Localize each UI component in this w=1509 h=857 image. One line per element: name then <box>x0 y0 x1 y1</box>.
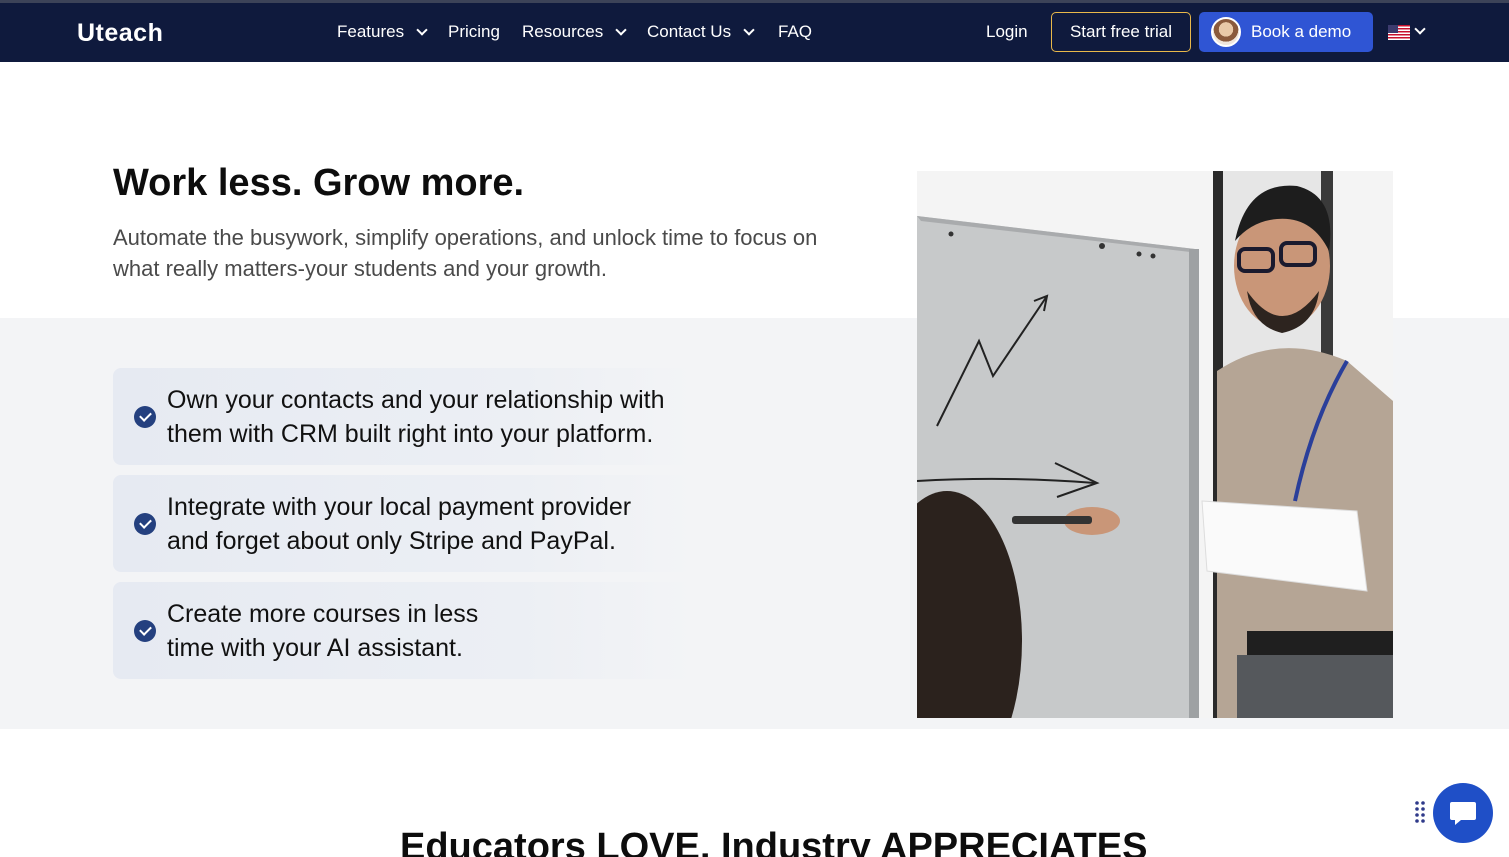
login-link[interactable]: Login <box>986 22 1028 42</box>
feature-line: them with CRM built right into your plat… <box>167 419 654 448</box>
nav-features[interactable]: Features <box>337 22 428 42</box>
nav-resources-label: Resources <box>522 22 604 41</box>
nav-pricing[interactable]: Pricing <box>448 22 500 42</box>
feature-card-crm: Own your contacts and your relationship … <box>113 368 693 465</box>
hero-subtitle: Automate the busywork, simplify operatio… <box>113 225 818 281</box>
start-free-trial-label: Start free trial <box>1069 22 1173 41</box>
feature-text: Own your contacts and your relationship … <box>167 383 727 451</box>
feature-card-payments: Integrate with your local payment provid… <box>113 475 693 572</box>
nav-contact-us[interactable]: Contact Us <box>647 22 755 42</box>
nav-contact-us-label: Contact Us <box>647 22 732 41</box>
uteach-logo[interactable]: Uteach <box>77 19 163 48</box>
hero-title: Work less. Grow more. <box>113 162 525 204</box>
feature-line: and forget about only Stripe and PayPal. <box>167 526 616 555</box>
language-chevron-down-icon[interactable] <box>1414 23 1426 35</box>
feature-line: time with your AI assistant. <box>167 633 463 662</box>
presenter-illustration <box>917 171 1393 718</box>
avatar <box>1211 17 1241 47</box>
feature-line: Create more courses in less <box>167 599 479 628</box>
feature-card-ai: Create more courses in less time with yo… <box>113 582 693 679</box>
feature-line: Integrate with your local payment provid… <box>167 492 632 521</box>
chevron-down-icon <box>743 23 755 36</box>
feature-text: Integrate with your local payment provid… <box>167 490 727 558</box>
nav-features-label: Features <box>337 22 405 41</box>
hero-photo-presenter <box>917 171 1393 718</box>
check-circle-icon <box>134 405 156 428</box>
nav-resources[interactable]: Resources <box>522 22 627 42</box>
nav-faq[interactable]: FAQ <box>778 22 812 42</box>
testimonials-heading: Educators LOVE, Industry APPRECIATES <box>400 826 1148 857</box>
nav-faq-label: FAQ <box>778 22 813 41</box>
check-circle-icon <box>134 512 156 535</box>
chat-button[interactable] <box>1433 783 1493 843</box>
feature-line: Own your contacts and your relationship … <box>167 385 665 414</box>
drag-handle-icon[interactable] <box>1414 800 1426 826</box>
us-flag-icon[interactable] <box>1388 25 1410 40</box>
check-circle-icon <box>134 619 156 642</box>
book-demo-label: Book a demo <box>1251 22 1352 41</box>
book-demo-button[interactable]: Book a demo <box>1199 12 1373 52</box>
start-free-trial-button[interactable]: Start free trial <box>1051 12 1191 52</box>
nav-pricing-label: Pricing <box>448 22 500 41</box>
chat-bubble-icon <box>1450 802 1476 825</box>
chevron-down-icon <box>615 23 627 36</box>
feature-text: Create more courses in less time with yo… <box>167 597 727 665</box>
chevron-down-icon <box>416 23 428 36</box>
navbar: Uteach Features Pricing Resources Contac… <box>0 3 1509 62</box>
